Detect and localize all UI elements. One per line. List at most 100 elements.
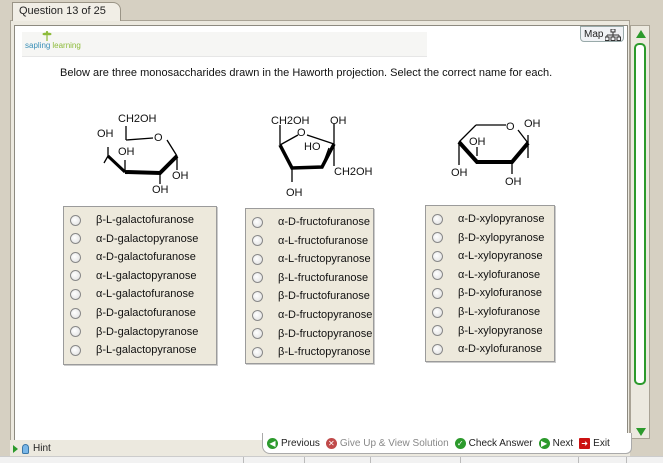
radio-button[interactable]: [432, 213, 443, 225]
structure-1-label: OH: [97, 128, 114, 140]
option-label: β-D-galactopyranose: [96, 325, 199, 338]
radio-button[interactable]: [432, 250, 443, 262]
answer-option[interactable]: α-D-galactofuranose: [64, 248, 196, 266]
radio-button[interactable]: [70, 233, 81, 245]
check-answer-label: Check Answer: [468, 437, 533, 449]
radio-button[interactable]: [432, 325, 443, 337]
answer-option[interactable]: β-D-xylopyranose: [426, 229, 544, 247]
answer-option[interactable]: β-D-xylofuranose: [426, 284, 542, 302]
answer-options-1: β-L-galactofuranose α-D-galactopyranose α-…: [63, 206, 217, 365]
radio-button[interactable]: [252, 346, 263, 358]
answer-option[interactable]: β-D-galactopyranose: [64, 323, 198, 341]
option-label: β-D-galactofuranose: [96, 307, 196, 319]
radio-button[interactable]: [432, 269, 443, 281]
structure-2-label: OH: [286, 187, 303, 199]
radio-button[interactable]: [252, 328, 263, 340]
answer-option[interactable]: α-D-xylopyranose: [426, 210, 544, 228]
answer-option[interactable]: α-L-xylopyranose: [426, 247, 543, 265]
answer-option[interactable]: β-L-xylofuranose: [426, 303, 540, 321]
structure-3-label: O: [506, 121, 515, 133]
scroll-thumb[interactable]: [634, 43, 646, 385]
structure-2-label: CH2OH: [334, 166, 373, 178]
structure-3-label: OH: [469, 136, 486, 148]
structure-2-label: HO: [304, 141, 321, 153]
answer-option[interactable]: α-D-galactopyranose: [64, 230, 198, 248]
option-label: α-D-fructopyranose: [278, 309, 373, 321]
navigation-toolbar: ◀ Previous ✕ Give Up & View Solution ✓ Chec…: [262, 433, 632, 454]
answer-option[interactable]: α-L-xylofuranose: [426, 266, 540, 284]
answer-option[interactable]: β-L-xylopyranose: [426, 322, 543, 340]
answer-option[interactable]: α-L-fructofuranose: [246, 232, 368, 250]
answer-option[interactable]: α-L-galactopyranose: [64, 267, 197, 285]
answer-option[interactable]: α-L-fructopyranose: [246, 250, 371, 268]
radio-button[interactable]: [70, 270, 81, 282]
radio-button[interactable]: [70, 214, 81, 226]
scrollbar[interactable]: [630, 25, 650, 439]
option-label: α-D-xylopyranose: [458, 213, 545, 225]
option-label: β-L-xylopyranose: [458, 324, 543, 337]
scroll-down-icon[interactable]: [636, 428, 646, 436]
arrow-right-icon: ▶: [538, 437, 550, 449]
check-answer-button[interactable]: ✓ Check Answer: [454, 437, 533, 449]
radio-button[interactable]: [70, 344, 81, 356]
option-label: α-D-galactopyranose: [96, 232, 199, 245]
previous-label: Previous: [281, 437, 320, 449]
haworth-structures: CH2OH OH OH O OH OH CH2OH OH O HO CH2OH …: [97, 113, 541, 199]
radio-button[interactable]: [70, 326, 81, 338]
answer-options-2: α-D-fructofuranose α-L-fructofuranose α-L-…: [245, 208, 374, 364]
radio-button[interactable]: [432, 306, 443, 318]
structure-3: [457, 124, 530, 174]
next-label: Next: [552, 437, 574, 449]
structure-3-label: OH: [451, 167, 468, 179]
answer-option[interactable]: β-L-fructofuranose: [246, 269, 368, 287]
radio-button[interactable]: [252, 216, 263, 228]
answer-option[interactable]: α-D-xylofuranose: [426, 340, 542, 358]
radio-button[interactable]: [252, 235, 263, 247]
answer-option[interactable]: α-D-fructopyranose: [246, 306, 372, 324]
structure-1-label: OH: [118, 146, 135, 158]
answer-option[interactable]: α-L-galactofuranose: [64, 285, 194, 303]
option-label: β-L-xylofuranose: [458, 306, 541, 318]
exit-label: Exit: [593, 437, 610, 449]
radio-button[interactable]: [432, 343, 443, 355]
option-label: α-L-xylopyranose: [458, 250, 543, 263]
option-label: β-L-galactofuranose: [96, 214, 195, 226]
answer-option[interactable]: β-D-galactofuranose: [64, 304, 196, 322]
answer-option[interactable]: β-L-fructopyranose: [246, 343, 371, 361]
option-label: α-L-fructopyranose: [278, 253, 371, 266]
radio-button[interactable]: [432, 232, 443, 244]
radio-button[interactable]: [252, 309, 263, 321]
option-label: β-L-fructofuranose: [278, 271, 369, 284]
radio-button[interactable]: [70, 288, 81, 300]
option-label: β-D-xylopyranose: [458, 231, 545, 244]
cancel-x-icon: ✕: [325, 437, 337, 449]
arrow-left-icon: ◀: [267, 437, 278, 449]
radio-button[interactable]: [252, 290, 263, 302]
structure-2: [278, 124, 336, 182]
radio-button[interactable]: [70, 307, 81, 319]
radio-button[interactable]: [252, 272, 263, 284]
answer-option[interactable]: β-D-fructopyranose: [246, 325, 372, 343]
structure-2-label: CH2OH: [271, 115, 310, 127]
previous-button[interactable]: ◀ Previous: [267, 437, 320, 449]
radio-button[interactable]: [70, 251, 81, 263]
answer-option[interactable]: β-L-galactopyranose: [64, 341, 197, 359]
answer-option[interactable]: β-D-fructofuranose: [246, 287, 370, 305]
structure-1-label: OH: [172, 170, 189, 182]
radio-button[interactable]: [252, 253, 263, 265]
option-label: α-L-xylofuranose: [458, 268, 541, 281]
next-button[interactable]: ▶ Next: [538, 437, 574, 449]
expand-arrow-icon: [13, 444, 18, 453]
structure-1-label: O: [154, 132, 163, 144]
option-label: β-D-xylofuranose: [458, 287, 542, 300]
hint-button[interactable]: Hint: [13, 443, 51, 454]
radio-button[interactable]: [432, 287, 443, 299]
structure-1-label: OH: [152, 184, 169, 196]
option-label: α-D-galactofuranose: [96, 251, 196, 264]
answer-option[interactable]: β-L-galactofuranose: [64, 211, 194, 229]
option-label: α-L-galactofuranose: [96, 288, 195, 301]
scroll-up-icon[interactable]: [636, 30, 646, 38]
answer-option[interactable]: α-D-fructofuranose: [246, 213, 370, 231]
give-up-button[interactable]: ✕ Give Up & View Solution: [325, 437, 449, 449]
exit-button[interactable]: ➜ Exit: [579, 437, 610, 449]
